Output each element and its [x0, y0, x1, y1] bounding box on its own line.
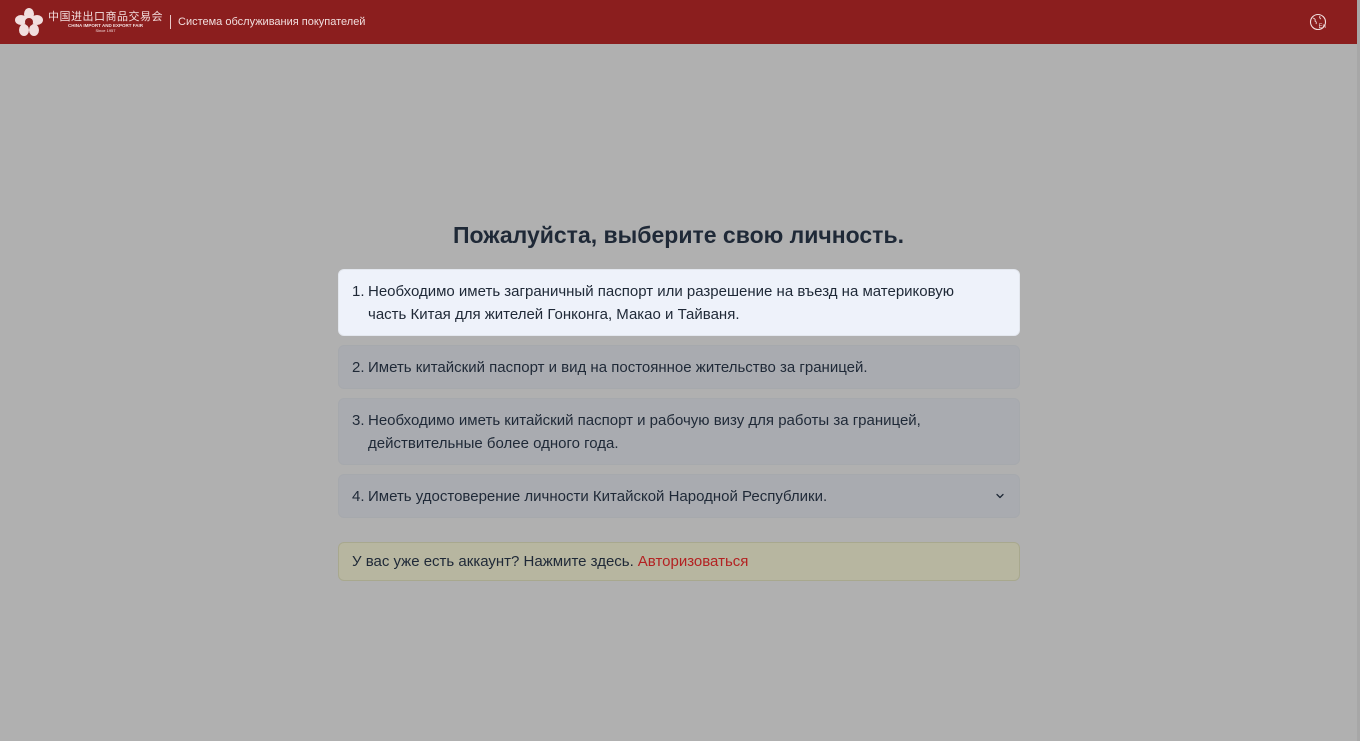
logo-since: Since 1957	[95, 28, 116, 34]
login-notice: У вас уже есть аккаунт? Нажмите здесь. А…	[338, 542, 1020, 581]
chevron-down-icon[interactable]	[995, 491, 1005, 501]
identity-option-2[interactable]: 2. Иметь китайский паспорт и вид на пост…	[338, 345, 1020, 389]
header-divider	[170, 15, 171, 29]
globe-language-icon[interactable]: En	[1309, 13, 1327, 31]
canton-fair-logo-icon	[15, 8, 43, 36]
brand-logo[interactable]: 中国进出口商品交易会 CHINA IMPORT AND EXPORT FAIR …	[14, 7, 163, 37]
logo-chinese-name: 中国进出口商品交易会	[48, 9, 163, 23]
page-title: Пожалуйста, выберите свою личность.	[453, 222, 904, 248]
option-text: Иметь китайский паспорт и вид на постоян…	[368, 358, 868, 376]
option-number: 2.	[352, 358, 365, 376]
option-text: Необходимо иметь китайский паспорт и раб…	[368, 411, 921, 452]
identity-option-4[interactable]: 4. Иметь удостоверение личности Китайско…	[338, 474, 1020, 518]
login-prompt: У вас уже есть аккаунт? Нажмите здесь.	[352, 553, 634, 570]
option-number: 3.	[352, 412, 365, 429]
logo-text: 中国进出口商品交易会 CHINA IMPORT AND EXPORT FAIR …	[48, 11, 163, 34]
top-header: 中国进出口商品交易会 CHINA IMPORT AND EXPORT FAIR …	[0, 0, 1357, 44]
option-text: Иметь удостоверение личности Китайской Н…	[368, 487, 828, 505]
option-text: Необходимо иметь заграничный паспорт или…	[368, 282, 955, 323]
option-number: 4.	[352, 487, 365, 505]
option-number: 1.	[352, 283, 365, 300]
login-link[interactable]: Авторизоваться	[638, 553, 749, 570]
identity-option-1[interactable]: 1. Необходимо иметь заграничный паспорт …	[338, 269, 1020, 336]
system-title: Система обслуживания покупателей	[178, 16, 366, 28]
identity-option-3[interactable]: 3. Необходимо иметь китайский паспорт и …	[338, 398, 1020, 465]
language-label: En	[1319, 24, 1326, 30]
